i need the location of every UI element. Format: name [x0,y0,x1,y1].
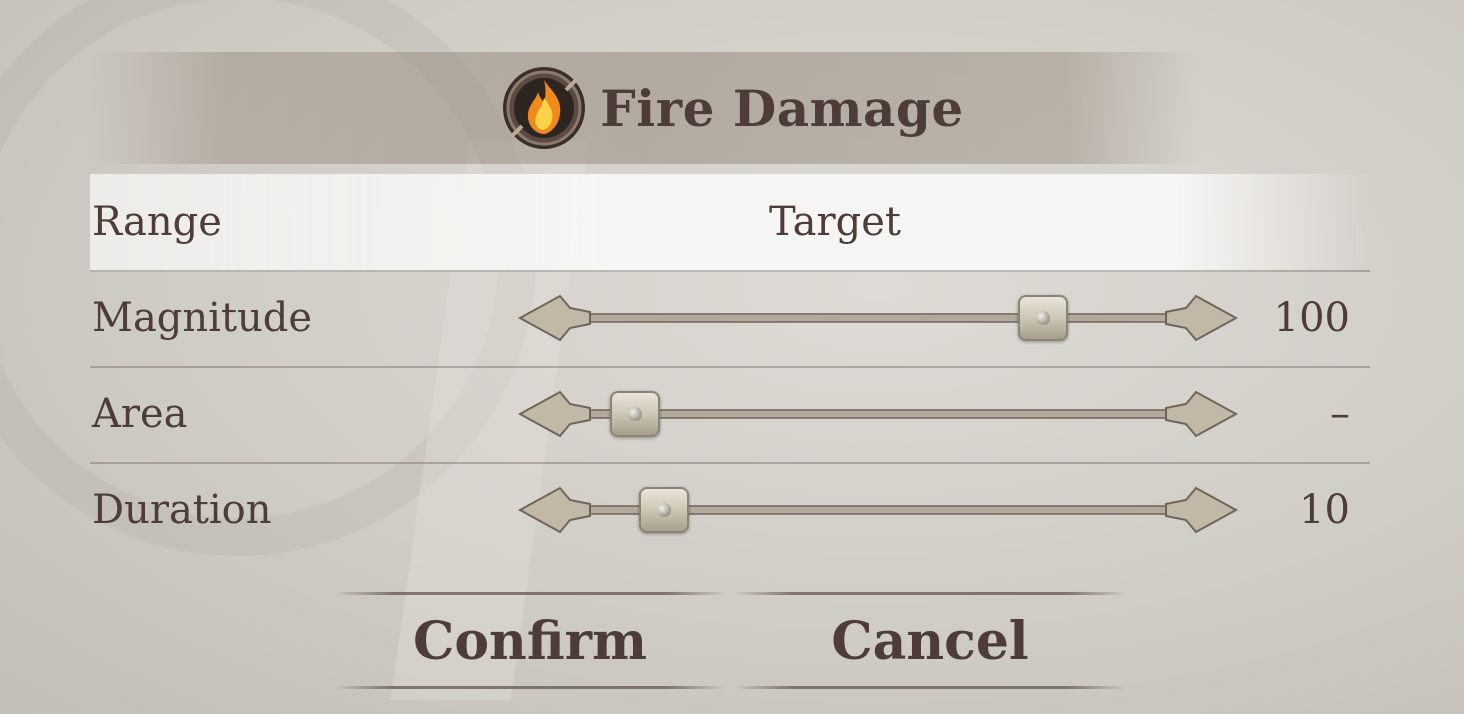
left-arrowhead [517,486,591,534]
left-arrowhead [517,294,591,342]
slider-track-art [517,294,1239,342]
fire-emblem-icon [500,64,588,152]
duration-slider[interactable] [516,480,1240,540]
right-arrowhead [1165,486,1239,534]
cancel-button[interactable]: Cancel [734,596,1126,688]
magnitude-slider[interactable] [516,288,1240,348]
slider-thumb-rivet [628,407,642,421]
slider-thumb-rivet [657,503,672,517]
dialog-title: Fire Damage [600,78,964,138]
range-label: Range [92,199,222,245]
slider-thumb[interactable] [610,391,660,437]
range-value[interactable]: Target [630,174,1040,270]
range-row[interactable]: Range Target [90,174,1370,272]
area-row: Area – [90,366,1370,464]
slider-thumb[interactable] [1018,295,1069,341]
duration-row: Duration 10 [90,462,1370,558]
duration-value: 10 [1299,487,1350,533]
magnitude-value: 100 [1273,295,1350,341]
area-value: – [1330,391,1350,437]
area-slider[interactable] [516,384,1240,444]
slider-track-art [517,486,1239,534]
area-label: Area [92,391,188,437]
duration-label: Duration [92,487,272,533]
confirm-button[interactable]: Confirm [334,596,726,688]
slider-rail [555,313,1201,323]
title-bar: Fire Damage [0,62,1464,154]
cancel-top-divider [734,592,1126,595]
magnitude-row: Magnitude 100 [90,270,1370,368]
confirm-top-divider [334,592,726,595]
slider-thumb[interactable] [639,487,690,533]
left-arrowhead [517,390,591,438]
right-arrowhead [1165,294,1239,342]
slider-thumb-rivet [1036,311,1051,325]
magnitude-label: Magnitude [92,295,313,341]
right-arrowhead [1165,390,1239,438]
